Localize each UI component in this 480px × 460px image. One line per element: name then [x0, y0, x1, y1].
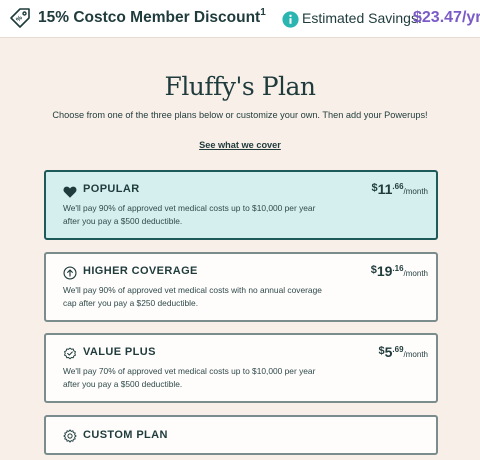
page-title: Fluffy's Plan	[164, 72, 316, 101]
price-cents: .16	[392, 264, 404, 273]
price-currency: $	[370, 264, 377, 276]
estimated-savings-value: $23.47/yr.	[413, 9, 480, 26]
page-subtitle: Choose from one of the three plans below…	[52, 110, 428, 120]
estimated-savings-label: Estimated Savings:	[302, 10, 422, 26]
svg-text:%: %	[15, 14, 24, 23]
gear-icon	[63, 429, 77, 443]
discount-banner: % 15% Costco Member Discount1 Estimated …	[0, 0, 480, 38]
see-what-we-cover-link[interactable]: See what we cover	[0, 140, 480, 150]
price-whole: 19	[376, 263, 393, 279]
price-period: /month	[403, 350, 428, 359]
price-cents: .69	[392, 345, 404, 354]
plan-price: $5.69/month	[378, 344, 428, 362]
plan-name: CUSTOM PLAN	[83, 429, 168, 441]
price-period: /month	[403, 269, 428, 278]
plan-card-value-plus[interactable]: VALUE PLUS We'll pay 70% of approved vet…	[44, 333, 438, 403]
plan-description: We'll pay 90% of approved vet medical co…	[63, 203, 316, 226]
price-currency: $	[378, 345, 385, 357]
price-cents: .66	[392, 182, 404, 191]
plan-name: POPULAR	[83, 183, 140, 195]
plan-price: $11.66/month	[371, 181, 428, 199]
plan-name: VALUE PLUS	[83, 346, 156, 358]
check-badge-icon	[64, 347, 76, 360]
plan-card-higher-coverage[interactable]: HIGHER COVERAGE We'll pay 90% of approve…	[44, 252, 438, 322]
tag-icon: %	[10, 8, 30, 28]
price-period: /month	[403, 187, 428, 196]
discount-footnote: 1	[260, 7, 266, 18]
price-whole: 11	[377, 181, 393, 197]
plan-price: $19.16/month	[371, 263, 428, 281]
plan-card-popular[interactable]: POPULAR We'll pay 90% of approved vet me…	[44, 170, 438, 240]
arrow-up-circle-icon	[63, 266, 77, 280]
plan-card-custom[interactable]: CUSTOM PLAN	[44, 415, 438, 455]
discount-label: 15% Costco Member Discount1	[38, 7, 266, 27]
discount-text: 15% Costco Member Discount	[38, 9, 261, 27]
plan-name: HIGHER COVERAGE	[83, 265, 198, 277]
price-currency: $	[371, 182, 378, 194]
plan-description: We'll pay 90% of approved vet medical co…	[63, 285, 322, 308]
plan-description: We'll pay 70% of approved vet medical co…	[63, 366, 316, 389]
heart-icon	[63, 186, 77, 198]
info-icon[interactable]	[282, 11, 299, 28]
